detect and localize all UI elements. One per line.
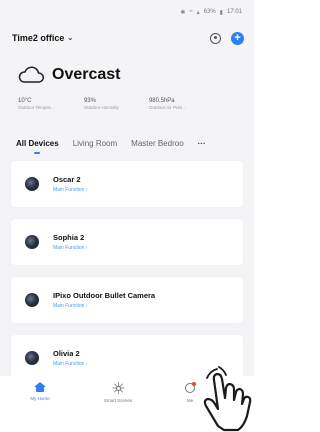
nav-label: My Home	[30, 396, 50, 401]
stat-label: Outdoor Temper...	[18, 105, 54, 110]
device-name: Olivia 2	[53, 349, 80, 358]
weather-stat-pressure: 980.5hPa Outdoor Air Pres...	[149, 98, 186, 110]
device-main-function[interactable]: Main Function ›	[53, 361, 87, 367]
device-main-function[interactable]: Main Function ›	[53, 245, 87, 251]
home-selector[interactable]: Time2 office ⌄	[12, 33, 73, 43]
nav-smart-scenes[interactable]: Smart Scenes	[88, 382, 148, 403]
camera-icon	[25, 177, 39, 191]
device-text: Oscar 2 Main Function ›	[53, 175, 87, 193]
device-text: Sophia 2 Main Function ›	[53, 233, 87, 251]
camera-scan-icon[interactable]	[210, 32, 221, 44]
nav-label: Smart Scenes	[103, 398, 133, 403]
device-main-function[interactable]: Main Function ›	[53, 187, 87, 193]
stat-value: 980.5hPa	[148, 98, 175, 104]
battery-percent: 63%	[203, 9, 216, 15]
device-name: Sophia 2	[53, 233, 85, 242]
device-name: Oscar 2	[53, 175, 81, 184]
weather-title: Overcast	[18, 66, 238, 84]
tab-living-room[interactable]: Living Room	[73, 139, 117, 148]
add-device-button[interactable]: +	[231, 31, 244, 45]
device-list: Oscar 2 Main Function › Sophia 2 Main Fu…	[11, 161, 243, 393]
stat-label: Outdoor Humidity	[83, 105, 119, 110]
signal-icon: ▴	[196, 9, 200, 16]
home-header: Time2 office ⌄ +	[12, 30, 244, 46]
cloud-icon	[18, 66, 44, 83]
nav-label: Me	[186, 398, 194, 403]
profile-icon	[184, 382, 196, 394]
device-card[interactable]: IPixo Outdoor Bullet Camera Main Functio…	[11, 277, 243, 323]
stat-label: Outdoor Air Pres...	[148, 105, 186, 110]
status-bar: ✱ ≈ ▴ 63% ▮ 17:01	[180, 6, 242, 18]
stat-value: 10°C	[18, 98, 32, 104]
weather-stat-temperature: 10°C Outdoor Temper...	[18, 98, 54, 110]
device-card[interactable]: Sophia 2 Main Function ›	[11, 219, 243, 265]
tap-hand-icon	[203, 366, 252, 432]
device-text: Olivia 2 Main Function ›	[53, 349, 87, 367]
camera-icon	[25, 235, 39, 249]
home-name: Time2 office	[12, 33, 65, 43]
bluetooth-icon: ✱	[180, 9, 186, 16]
camera-icon	[25, 293, 39, 307]
room-tabs: All Devices Living Room Master Bedroo ··…	[16, 136, 246, 150]
notification-badge	[192, 382, 196, 386]
sun-icon	[112, 382, 124, 394]
weather-condition: Overcast	[52, 66, 121, 83]
header-actions: +	[210, 31, 244, 45]
camera-icon	[25, 351, 39, 365]
more-tabs-button[interactable]: ···	[198, 139, 206, 148]
weather-stat-humidity: 93% Outdoor Humidity	[84, 98, 119, 110]
app-screen: ✱ ≈ ▴ 63% ▮ 17:01 Time2 office ⌄ + Overc…	[0, 0, 254, 432]
battery-icon: ▮	[219, 9, 223, 16]
tab-all-devices[interactable]: All Devices	[16, 139, 59, 148]
wifi-icon: ≈	[189, 9, 193, 15]
device-name: IPixo Outdoor Bullet Camera	[53, 291, 156, 300]
weather-stats: 10°C Outdoor Temper... 93% Outdoor Humid…	[18, 98, 186, 110]
chevron-down-icon: ⌄	[67, 35, 74, 42]
device-card[interactable]: Oscar 2 Main Function ›	[11, 161, 243, 207]
home-icon	[34, 382, 46, 392]
clock: 17:01	[226, 9, 242, 15]
nav-my-home[interactable]: My Home	[10, 382, 70, 401]
device-main-function[interactable]: Main Function ›	[53, 303, 155, 309]
weather-panel[interactable]: Overcast 10°C Outdoor Temper... 93% Outd…	[18, 66, 238, 110]
stat-value: 93%	[83, 98, 96, 104]
tab-master-bedroom[interactable]: Master Bedroo	[131, 139, 183, 148]
device-text: IPixo Outdoor Bullet Camera Main Functio…	[53, 291, 155, 309]
